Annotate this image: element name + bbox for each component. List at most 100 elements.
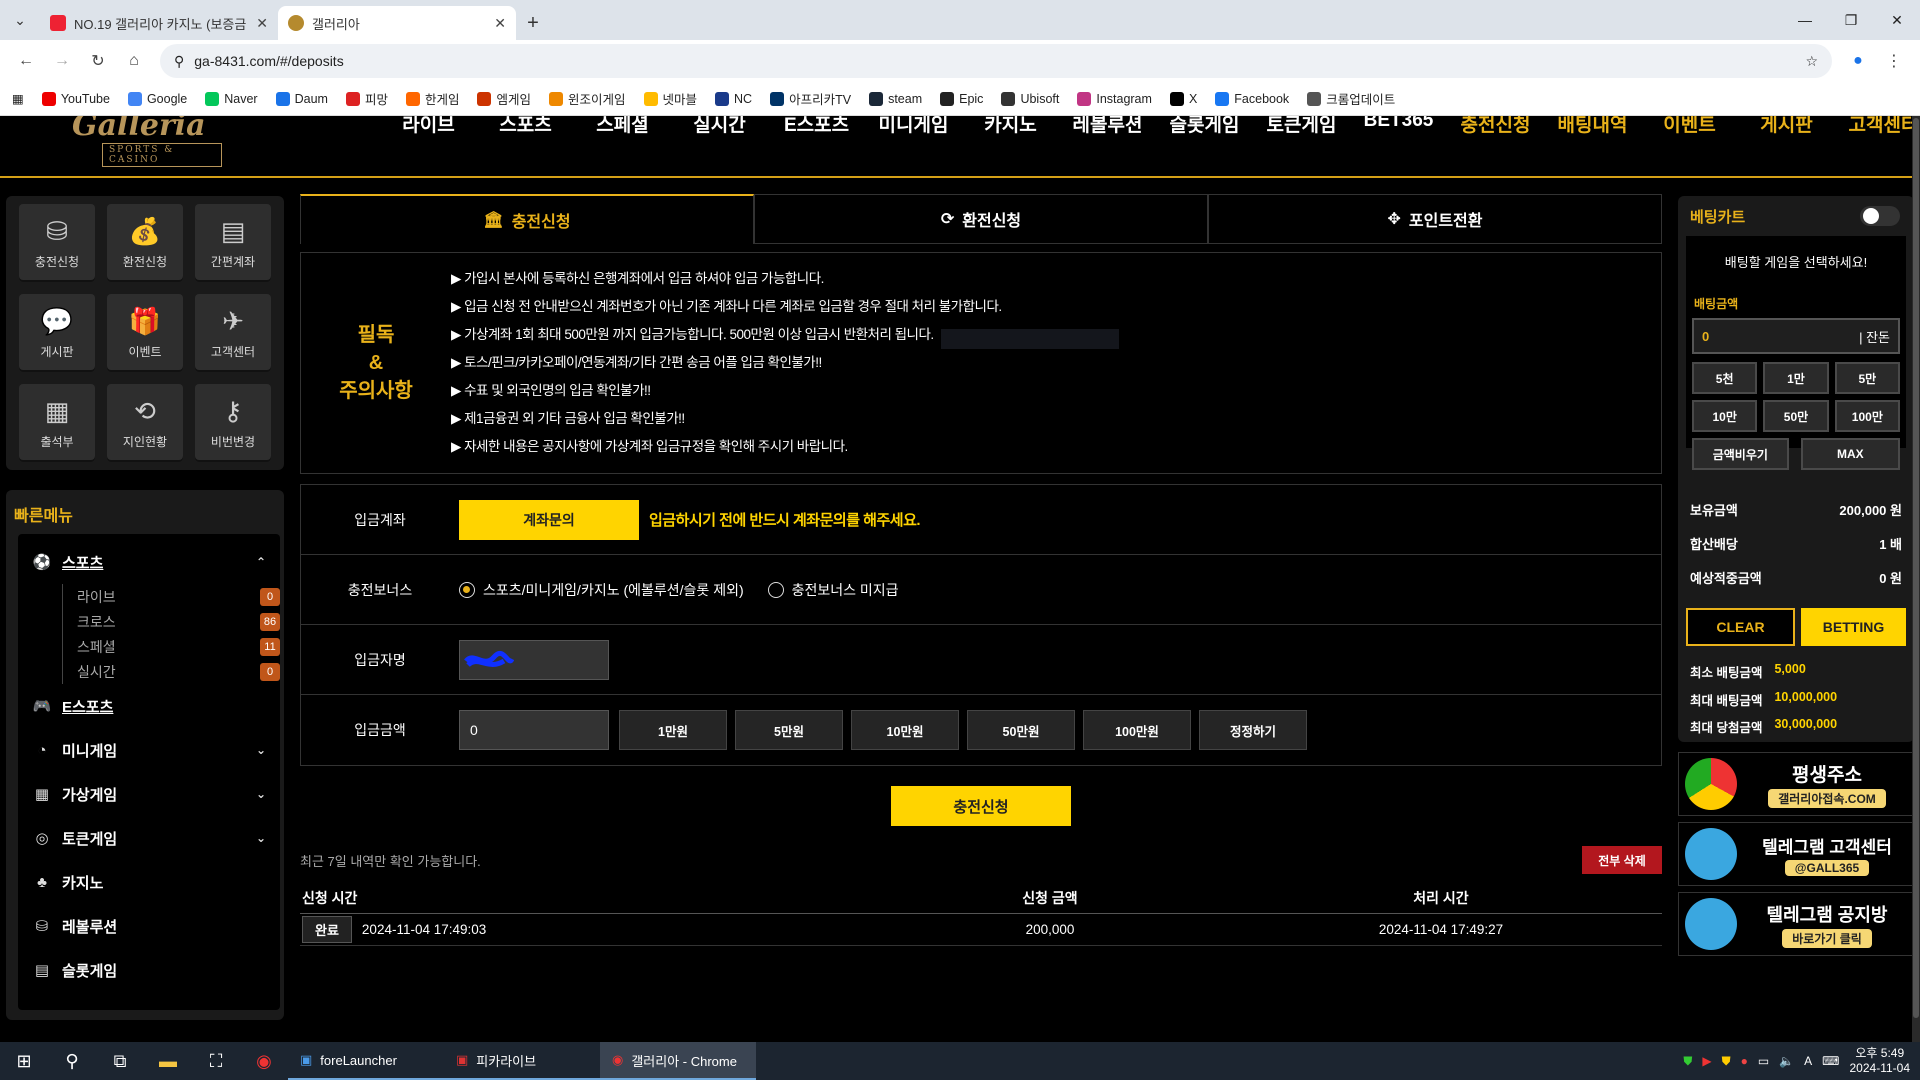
- bookmark-item[interactable]: Instagram: [1077, 91, 1152, 106]
- tab-withdraw[interactable]: ⟳ 환전신청: [754, 194, 1208, 244]
- apps-grid-icon[interactable]: ▦: [12, 91, 24, 106]
- bookmark-star-icon[interactable]: ☆: [1805, 53, 1818, 70]
- menu-item[interactable]: ◎ 토큰게임 ⌄: [18, 816, 280, 860]
- browser-tab[interactable]: NO.19 갤러리아 카지노 (보증금 ✕: [40, 6, 278, 40]
- store-icon[interactable]: ⛶: [192, 1042, 240, 1080]
- submenu-item[interactable]: 라이브 0: [77, 584, 280, 609]
- tab-deposit[interactable]: 🏛 충전신청: [300, 194, 754, 244]
- taskbar-app[interactable]: ▣ foreLauncher: [288, 1042, 444, 1080]
- clock[interactable]: 오후 5:49 2024-11-04: [1850, 1046, 1911, 1076]
- submenu-item[interactable]: 스페셜 11: [77, 634, 280, 659]
- search-icon[interactable]: ⚲: [48, 1042, 96, 1080]
- chevron-down-icon[interactable]: ⌄: [256, 743, 266, 757]
- banner-telegram-support[interactable]: 텔레그램 고객센터 @GALL365: [1678, 822, 1914, 886]
- bookmark-item[interactable]: NC: [715, 91, 752, 106]
- menu-item[interactable]: ♣ 카지노: [18, 860, 280, 904]
- menu-item[interactable]: ▤ 슬롯게임: [18, 948, 280, 992]
- bookmark-item[interactable]: 넷마블: [643, 89, 697, 108]
- nav-item[interactable]: 게시판: [1738, 116, 1835, 137]
- volume-icon[interactable]: 🔈: [1779, 1054, 1794, 1068]
- bookmark-item[interactable]: Ubisoft: [1001, 91, 1059, 106]
- bookmark-item[interactable]: X: [1169, 91, 1197, 106]
- delete-all-button[interactable]: 전부 삭제: [1582, 846, 1662, 874]
- tab-close-icon[interactable]: ✕: [494, 15, 506, 32]
- quick-chat-bubble[interactable]: 💬 게시판: [19, 294, 95, 372]
- betting-button[interactable]: BETTING: [1801, 608, 1906, 646]
- nav-item[interactable]: 토큰게임: [1253, 116, 1350, 137]
- browser-tab-active[interactable]: 갤러리아 ✕: [278, 6, 516, 40]
- ime-icon[interactable]: A: [1804, 1054, 1812, 1068]
- nav-item[interactable]: BET365: [1350, 116, 1447, 137]
- nav-item[interactable]: 레볼루션: [1059, 116, 1156, 137]
- bookmark-item[interactable]: Facebook: [1215, 91, 1289, 106]
- chevron-down-icon[interactable]: ⌄: [256, 787, 266, 801]
- quick-coins[interactable]: ⛁ 충전신청: [19, 204, 95, 282]
- betslip-toggle[interactable]: [1860, 206, 1900, 226]
- bookmark-item[interactable]: 크롬업데이트: [1307, 89, 1395, 108]
- close-window-icon[interactable]: ✕: [1874, 0, 1920, 40]
- reload-icon[interactable]: ↻: [82, 45, 114, 77]
- chrome-icon[interactable]: ◉: [240, 1042, 288, 1080]
- menu-item[interactable]: ◔ 미니게임 ⌄: [18, 728, 280, 772]
- clear-button[interactable]: CLEAR: [1686, 608, 1795, 646]
- menu-item[interactable]: ⛁ 레볼루션: [18, 904, 280, 948]
- shield-icon[interactable]: ⛊: [1683, 1054, 1692, 1069]
- nav-item[interactable]: 배팅내역: [1544, 116, 1641, 137]
- submenu-item[interactable]: 크로스 86: [77, 609, 280, 634]
- url-input[interactable]: ⚲ ga-8431.com/#/deposits ☆: [160, 44, 1832, 78]
- browser-menu-icon[interactable]: ⋮: [1878, 45, 1910, 77]
- clear-amount-button[interactable]: 금액비우기: [1692, 438, 1789, 470]
- network-icon[interactable]: ▭: [1758, 1054, 1769, 1068]
- bet-chip-button[interactable]: 1만: [1763, 362, 1829, 394]
- nav-item[interactable]: 스포츠: [477, 116, 574, 137]
- taskbar-app[interactable]: ▣ 피카라이브: [444, 1042, 600, 1080]
- bet-chip-button[interactable]: 100만: [1834, 400, 1900, 432]
- chevron-up-icon[interactable]: ⌃: [256, 555, 266, 569]
- bookmark-item[interactable]: 피망: [345, 89, 388, 108]
- back-icon[interactable]: ←: [10, 45, 42, 77]
- nav-item[interactable]: 실시간: [671, 116, 768, 137]
- minimize-icon[interactable]: —: [1782, 0, 1828, 40]
- nav-item[interactable]: 이벤트: [1641, 116, 1738, 137]
- submenu-item[interactable]: 실시간 0: [77, 659, 280, 684]
- quick-calendar[interactable]: ▦ 출석부: [19, 384, 95, 462]
- nav-item[interactable]: 미니게임: [865, 116, 962, 137]
- amount-preset-button[interactable]: 10만원: [851, 710, 959, 750]
- bookmark-item[interactable]: 윈조이게임: [548, 89, 626, 108]
- quick-key[interactable]: ⚷ 비번변경: [195, 384, 271, 462]
- amount-preset-button[interactable]: 100만원: [1083, 710, 1191, 750]
- bookmark-item[interactable]: 아프리카TV: [770, 89, 851, 108]
- tab-close-icon[interactable]: ✕: [256, 15, 268, 32]
- quick-receipt[interactable]: ▤ 간편계좌: [195, 204, 271, 282]
- bookmark-item[interactable]: 한게임: [405, 89, 459, 108]
- tab-search-icon[interactable]: ⌄: [0, 0, 40, 40]
- bookmark-item[interactable]: Google: [127, 91, 187, 106]
- menu-item-sports[interactable]: ⚽ 스포츠 ⌃: [18, 540, 280, 584]
- nav-item[interactable]: 슬롯게임: [1156, 116, 1253, 137]
- nav-item[interactable]: 스페셜: [574, 116, 671, 137]
- bonus-radio-none[interactable]: 충전보너스 미지급: [767, 580, 899, 600]
- balance-tag[interactable]: | 잔돈: [1859, 327, 1890, 346]
- windows-start-icon[interactable]: ⊞: [0, 1042, 48, 1080]
- quick-referral[interactable]: ⟲ 지인현황: [107, 384, 183, 462]
- bookmark-item[interactable]: 엠게임: [477, 89, 531, 108]
- tab-point-convert[interactable]: ✥ 포인트전환: [1208, 194, 1662, 244]
- bet-chip-button[interactable]: 5만: [1834, 362, 1900, 394]
- amount-preset-button[interactable]: 정정하기: [1199, 710, 1307, 750]
- quick-money-bag[interactable]: 💰 환전신청: [107, 204, 183, 282]
- taskbar-app-active[interactable]: ◉ 갤러리아 - Chrome: [600, 1042, 756, 1080]
- menu-item[interactable]: 🎮 E스포츠: [18, 684, 280, 728]
- bookmark-item[interactable]: Naver: [205, 91, 258, 106]
- quick-paper-plane[interactable]: ✈ 고객센터: [195, 294, 271, 372]
- tray-app-icon[interactable]: ●: [1741, 1054, 1748, 1068]
- banner-lifetime-address[interactable]: 평생주소 갤러리아접속.COM: [1678, 752, 1914, 816]
- tray-app-icon[interactable]: ⛊: [1722, 1054, 1731, 1069]
- profile-icon[interactable]: ●: [1842, 45, 1874, 77]
- bet-chip-button[interactable]: 10만: [1692, 400, 1758, 432]
- restore-icon[interactable]: ❐: [1828, 0, 1874, 40]
- site-info-icon[interactable]: ⚲: [174, 53, 184, 70]
- keyboard-icon[interactable]: ⌨: [1822, 1054, 1839, 1068]
- quick-gift[interactable]: 🎁 이벤트: [107, 294, 183, 372]
- max-button[interactable]: MAX: [1800, 438, 1900, 470]
- bookmark-item[interactable]: YouTube: [41, 91, 110, 106]
